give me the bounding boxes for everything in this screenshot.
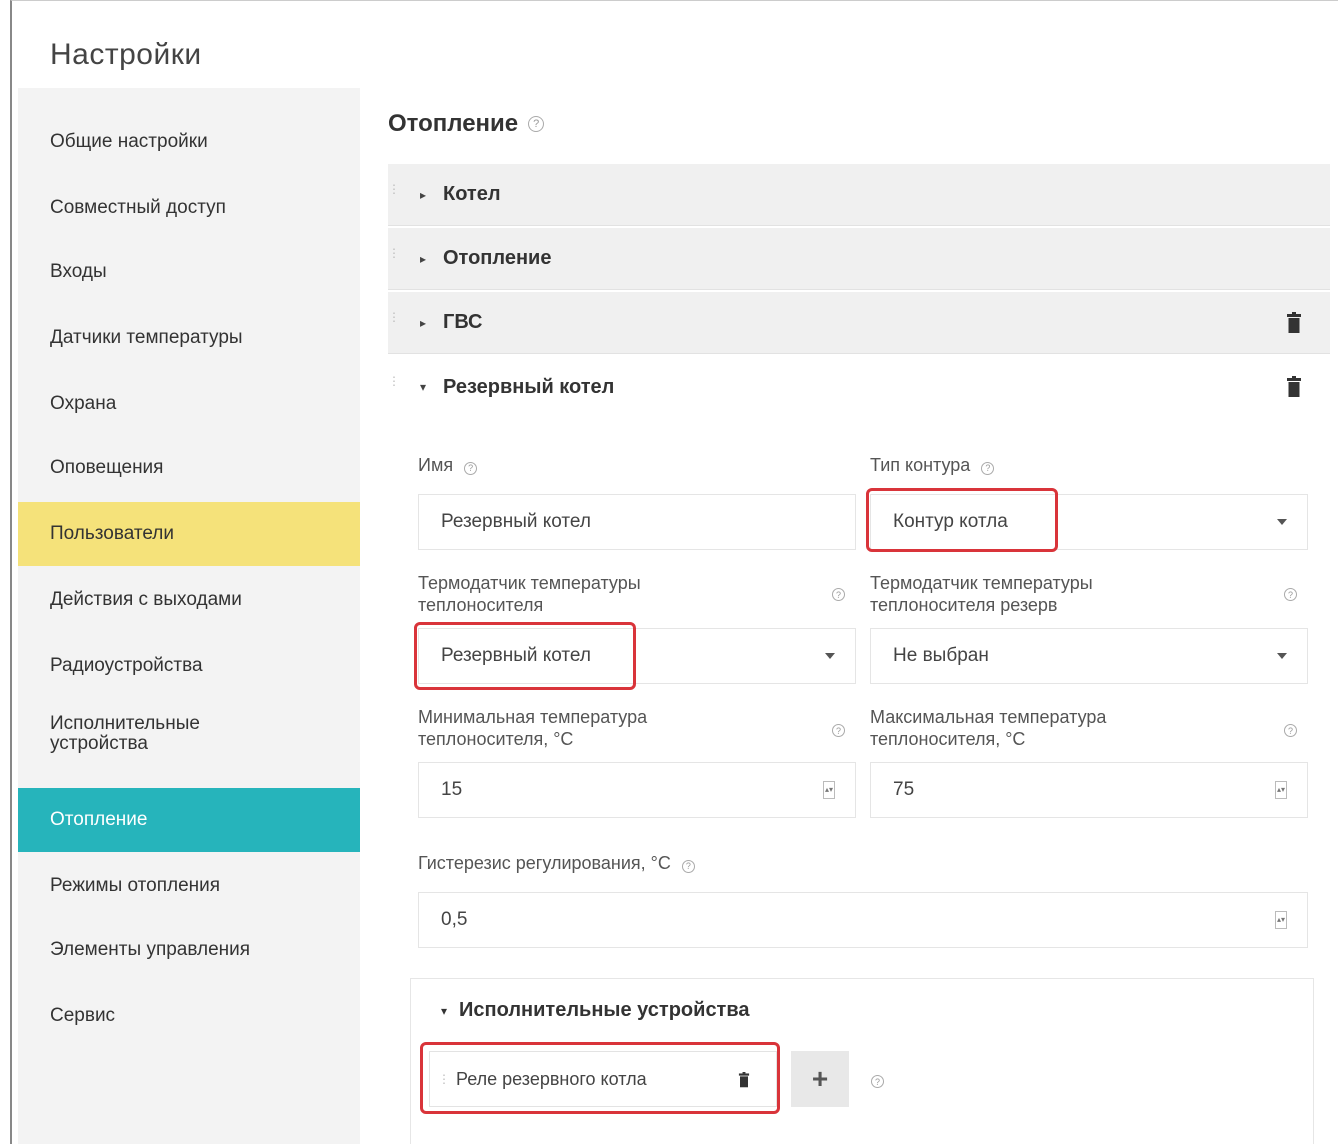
chevron-right-icon: ▸ bbox=[420, 187, 427, 202]
hysteresis-label: Гистерезис регулирования, °C ? bbox=[418, 852, 695, 874]
spinner-icon[interactable]: ▴▾ bbox=[823, 781, 835, 799]
section-label: Котел bbox=[443, 183, 501, 205]
name-input[interactable]: Резервный котел bbox=[418, 494, 856, 550]
help-icon[interactable]: ? bbox=[832, 724, 845, 737]
sidebar-item-label: Оповещения bbox=[50, 457, 164, 478]
page-title: Отопление ? bbox=[388, 110, 545, 138]
actuators-title-text: Исполнительные устройства bbox=[459, 999, 750, 1021]
sidebar-item-label: Действия с выходами bbox=[50, 589, 242, 610]
spinner-icon[interactable]: ▴▾ bbox=[1275, 911, 1287, 929]
sidebar-item-heating[interactable]: Отопление bbox=[18, 788, 360, 852]
sidebar-item-label: Режимы отопления bbox=[50, 875, 221, 896]
sidebar-item-output-actions[interactable]: Действия с выходами bbox=[18, 568, 360, 632]
chevron-right-icon: ▸ bbox=[420, 251, 427, 266]
help-icon[interactable]: ? bbox=[681, 859, 695, 873]
sidebar-item-general[interactable]: Общие настройки bbox=[18, 110, 360, 174]
trash-icon[interactable] bbox=[1286, 311, 1302, 334]
help-icon[interactable]: ? bbox=[832, 588, 845, 601]
sensor-label: Термодатчик температуры теплоносителя bbox=[418, 573, 641, 615]
sensor-reserve-label: Термодатчик температуры теплоносителя ре… bbox=[870, 573, 1093, 615]
sidebar-item-label: Входы bbox=[50, 261, 107, 282]
sidebar-item-actuators[interactable]: Исполнительные устройства bbox=[18, 702, 258, 766]
section-hot-water[interactable]: ⋮ ▸ ГВС bbox=[388, 292, 1330, 354]
sidebar-item-security[interactable]: Охрана bbox=[18, 372, 360, 436]
name-label: Имя ? bbox=[418, 454, 478, 476]
dropdown-arrow-icon bbox=[1277, 519, 1287, 525]
sidebar-item-label: Сервис bbox=[50, 1005, 116, 1026]
help-icon[interactable]: ? bbox=[1284, 724, 1297, 737]
help-icon[interactable]: ? bbox=[871, 1075, 884, 1088]
annotation-highlight bbox=[414, 622, 636, 690]
section-label: Отопление bbox=[443, 247, 552, 269]
sidebar-item-label: Пользователи bbox=[50, 523, 175, 544]
dropdown-arrow-icon bbox=[1277, 653, 1287, 659]
sidebar-item-radio-devices[interactable]: Радиоустройства bbox=[18, 634, 360, 698]
sidebar-item-label: Отопление bbox=[50, 809, 148, 830]
drag-handle-icon[interactable]: ⋮ bbox=[388, 375, 400, 396]
sidebar-item-controls[interactable]: Элементы управления bbox=[18, 918, 360, 982]
section-reserve-boiler[interactable]: ⋮ ▾ Резервный котел bbox=[388, 356, 1330, 418]
max-temp-value: 75 bbox=[893, 779, 915, 800]
max-temp-label: Максимальная температура теплоносителя, … bbox=[870, 707, 1107, 749]
sidebar-item-label: Охрана bbox=[50, 393, 117, 414]
section-heating[interactable]: ⋮ ▸ Отопление bbox=[388, 228, 1330, 290]
annotation-highlight bbox=[866, 488, 1058, 552]
hysteresis-label-text: Гистерезис регулирования, °C bbox=[418, 853, 671, 873]
circuit-type-label: Тип контура ? bbox=[870, 454, 995, 476]
chevron-down-icon: ▾ bbox=[420, 380, 427, 394]
min-temp-label: Минимальная температура теплоносителя, °… bbox=[418, 707, 648, 749]
sidebar-item-label: Элементы управления bbox=[50, 939, 251, 960]
sidebar-item-shared-access[interactable]: Совместный доступ bbox=[18, 176, 360, 240]
add-actuator-button[interactable]: + bbox=[791, 1051, 849, 1107]
annotation-highlight bbox=[420, 1042, 780, 1114]
help-icon[interactable]: ? bbox=[981, 461, 995, 475]
spinner-icon[interactable]: ▴▾ bbox=[1275, 781, 1287, 799]
hysteresis-value: 0,5 bbox=[441, 909, 468, 930]
sidebar-item-label: Датчики температуры bbox=[50, 327, 243, 348]
sidebar-item-service[interactable]: Сервис bbox=[18, 984, 360, 1048]
sidebar-item-users[interactable]: Пользователи bbox=[18, 502, 360, 566]
chevron-right-icon: ▸ bbox=[420, 315, 427, 330]
min-temp-input[interactable]: 15 ▴▾ bbox=[418, 762, 856, 818]
max-temp-input[interactable]: 75 ▴▾ bbox=[870, 762, 1308, 818]
trash-icon[interactable] bbox=[1286, 376, 1302, 398]
name-label-text: Имя bbox=[418, 455, 454, 475]
chevron-down-icon: ▾ bbox=[441, 1003, 448, 1018]
actuators-title[interactable]: ▾ Исполнительные устройства bbox=[441, 999, 750, 1022]
help-icon[interactable]: ? bbox=[464, 461, 478, 475]
sidebar-item-label: Совместный доступ bbox=[50, 197, 226, 218]
circuit-type-label-text: Тип контура bbox=[870, 455, 971, 475]
section-label: Резервный котел bbox=[443, 375, 615, 398]
sidebar-item-label: Исполнительные устройства bbox=[50, 713, 200, 754]
sidebar-item-heating-modes[interactable]: Режимы отопления bbox=[18, 854, 360, 918]
min-temp-value: 15 bbox=[441, 779, 463, 800]
section-label: ГВС bbox=[443, 311, 483, 333]
hysteresis-input[interactable]: 0,5 ▴▾ bbox=[418, 892, 1308, 948]
sidebar-item-label: Радиоустройства bbox=[50, 655, 203, 676]
name-input-value: Резервный котел bbox=[441, 511, 591, 532]
sidebar-item-inputs[interactable]: Входы bbox=[18, 240, 360, 304]
sidebar-item-temp-sensors[interactable]: Датчики температуры bbox=[18, 306, 360, 370]
sensor-reserve-select[interactable]: Не выбран bbox=[870, 628, 1308, 684]
dropdown-arrow-icon bbox=[825, 653, 835, 659]
drag-handle-icon[interactable]: ⋮ bbox=[388, 183, 400, 204]
page-title-text: Отопление bbox=[388, 110, 519, 137]
help-icon[interactable]: ? bbox=[1284, 588, 1297, 601]
drag-handle-icon[interactable]: ⋮ bbox=[388, 311, 400, 332]
help-icon[interactable]: ? bbox=[528, 116, 545, 132]
sidebar-item-notifications[interactable]: Оповещения bbox=[18, 436, 360, 500]
sidebar: Общие настройки Совместный доступ Входы … bbox=[18, 88, 360, 1144]
sidebar-item-label: Общие настройки bbox=[50, 131, 208, 152]
app-title: Настройки bbox=[50, 38, 202, 71]
drag-handle-icon[interactable]: ⋮ bbox=[388, 247, 400, 268]
section-boiler[interactable]: ⋮ ▸ Котел bbox=[388, 164, 1330, 226]
sensor-reserve-value: Не выбран bbox=[893, 645, 989, 666]
